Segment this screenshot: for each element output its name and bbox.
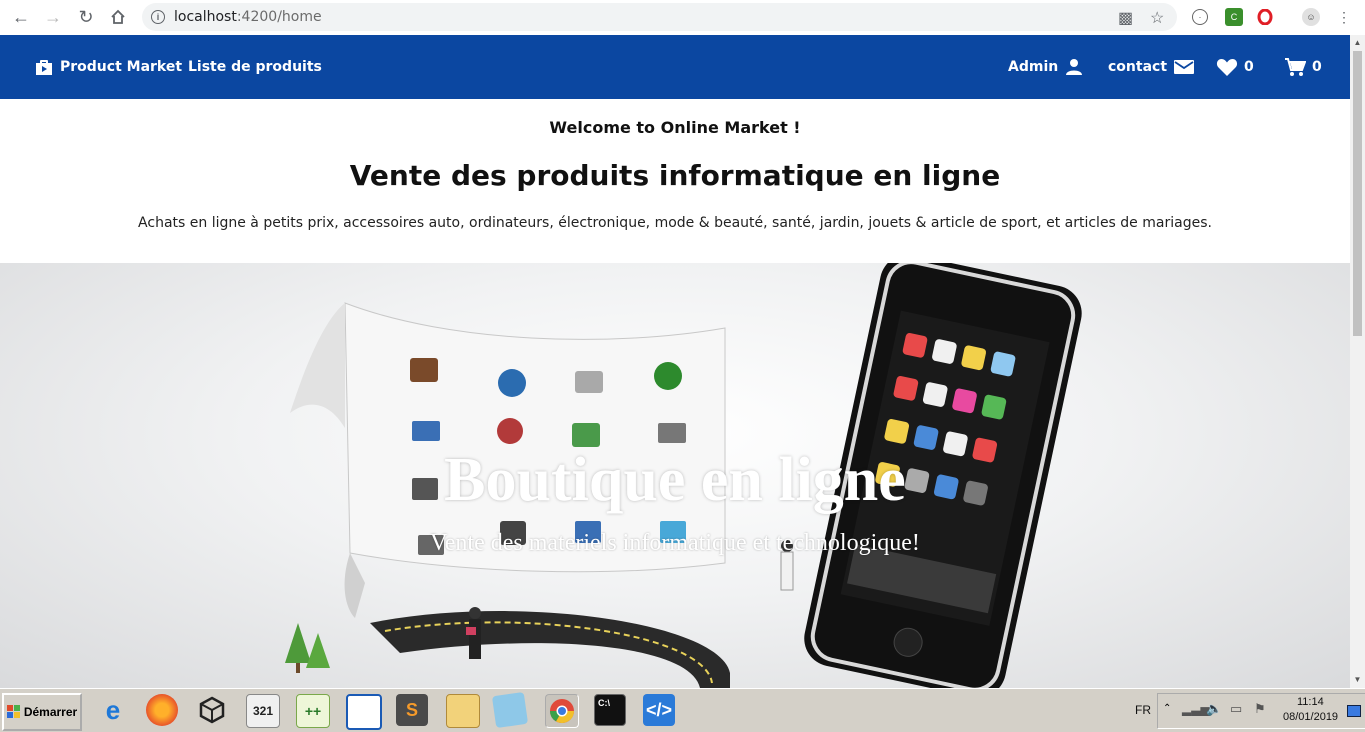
file-explorer-icon[interactable] — [446, 694, 480, 728]
address-bar[interactable]: i localhost:4200/home ▩ ☆ — [142, 3, 1177, 31]
scrollbar-thumb[interactable] — [1353, 51, 1362, 336]
clock-time[interactable]: 11:14 — [1297, 696, 1324, 708]
welcome-text: Welcome to Online Market ! — [549, 118, 801, 137]
heart-icon — [1216, 59, 1238, 76]
browser-toolbar: ← → ↻ i localhost:4200/home ▩ ☆ · C ☺ ⋮ — [0, 0, 1365, 36]
start-label: Démarrer — [23, 705, 78, 719]
brand-link[interactable]: Product Market — [34, 35, 182, 99]
url-text[interactable]: localhost:4200/home — [174, 9, 322, 25]
reload-icon[interactable]: ↻ — [75, 6, 97, 28]
app-navbar: Product Market Liste de produits Admin c… — [0, 35, 1350, 99]
mail-icon — [1174, 60, 1195, 74]
shopping-cart-icon — [1285, 58, 1306, 76]
scroll-up-icon[interactable]: ▲ — [1353, 38, 1362, 48]
language-indicator[interactable]: FR — [1135, 703, 1151, 717]
power-icon[interactable]: ▭ — [1230, 701, 1242, 717]
command-prompt-icon[interactable]: C:\ — [594, 694, 626, 726]
start-button[interactable]: Démarrer — [2, 693, 82, 731]
cart-link[interactable]: 0 — [1284, 35, 1322, 99]
page-description: Achats en ligne à petits prix, accessoir… — [138, 215, 1212, 231]
contact-label: contact — [1108, 59, 1168, 75]
forward-arrow-icon[interactable]: → — [42, 6, 64, 28]
page-headline: Vente des produits informatique en ligne — [349, 159, 1001, 192]
shopping-bag-icon — [36, 60, 52, 75]
person-icon — [1066, 59, 1083, 75]
info-icon[interactable]: i — [151, 10, 165, 24]
window-shield-icon[interactable] — [346, 694, 382, 730]
tray-expand-icon[interactable]: ⌃ — [1163, 703, 1171, 714]
wishlist-count: 0 — [1244, 59, 1254, 75]
back-arrow-icon[interactable]: ← — [10, 6, 32, 28]
product-list-label: Liste de produits — [188, 59, 322, 75]
action-center-flag-icon[interactable]: ⚑ — [1254, 701, 1266, 717]
cart-count: 0 — [1312, 59, 1322, 75]
admin-link[interactable]: Admin — [1008, 35, 1084, 99]
page-scrollbar[interactable]: ▲ ▼ — [1350, 35, 1365, 688]
vscode-icon[interactable]: </> — [643, 694, 675, 726]
chrome-icon[interactable] — [545, 694, 579, 728]
windows-logo-icon — [6, 705, 20, 718]
volume-icon[interactable]: 🔈 — [1206, 701, 1222, 717]
contact-link[interactable]: contact — [1108, 35, 1195, 99]
unity-icon[interactable] — [196, 694, 228, 726]
windows-taskbar: Démarrer e 321 ++ S C:\ </> FR ⌃ ▂▃▅ 🔈 ▭… — [0, 688, 1365, 732]
clock-date[interactable]: 08/01/2019 — [1283, 711, 1338, 723]
bookmark-star-icon[interactable]: ☆ — [1150, 8, 1164, 28]
profile-avatar-icon[interactable]: ☺ — [1302, 8, 1320, 26]
internet-explorer-icon[interactable]: e — [97, 694, 129, 726]
opera-extension-icon[interactable] — [1256, 8, 1274, 26]
product-list-link[interactable]: Liste de produits — [188, 35, 322, 99]
show-desktop-icon[interactable] — [1347, 705, 1361, 717]
hero-title: Boutique en ligne — [444, 446, 906, 514]
video-player-icon[interactable]: 321 — [246, 694, 280, 728]
admin-label: Admin — [1008, 59, 1059, 75]
notes-app-icon[interactable] — [491, 691, 529, 729]
firefox-icon[interactable] — [146, 694, 178, 726]
wishlist-link[interactable]: 0 — [1216, 35, 1254, 99]
translate-icon[interactable]: ▩ — [1118, 8, 1133, 28]
sublime-text-icon[interactable]: S — [396, 694, 428, 726]
notepad-plus-plus-icon[interactable]: ++ — [296, 694, 330, 728]
menu-dots-icon[interactable]: ⋮ — [1333, 6, 1355, 28]
home-icon[interactable] — [107, 6, 129, 28]
cors-extension-icon[interactable]: C — [1225, 8, 1243, 26]
brand-label: Product Market — [60, 59, 183, 75]
scroll-down-icon[interactable]: ▼ — [1353, 675, 1362, 685]
extension-icon[interactable]: · — [1192, 9, 1208, 25]
hero-subtitle: Vente des materiels informatique et tech… — [430, 530, 920, 556]
